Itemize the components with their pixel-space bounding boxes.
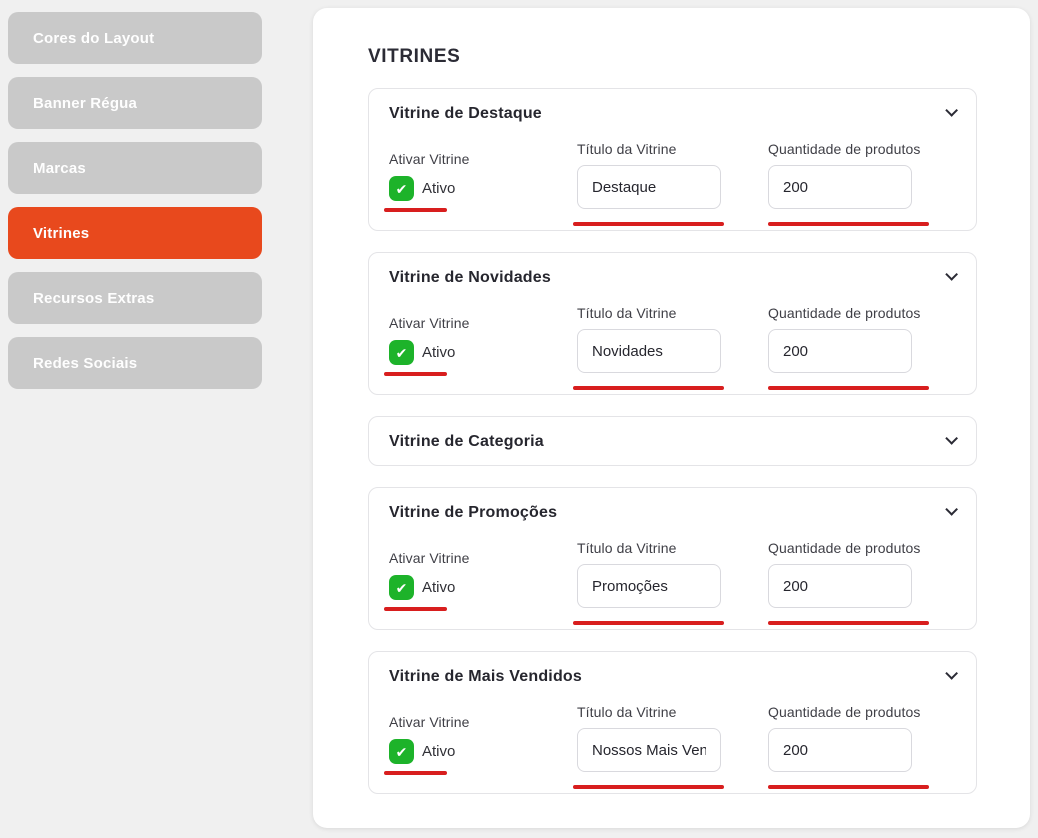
title-field-label: Título da Vitrine bbox=[577, 305, 677, 321]
annotation-underline bbox=[573, 785, 724, 789]
quantity-field-input[interactable] bbox=[768, 564, 912, 608]
title-field-input[interactable] bbox=[577, 329, 721, 373]
toggle-state-label: Ativo bbox=[422, 743, 456, 760]
annotation-underline bbox=[768, 386, 929, 390]
title-field-label: Título da Vitrine bbox=[577, 141, 677, 157]
card-title: Vitrine de Categoria bbox=[389, 433, 544, 450]
annotation-underline bbox=[573, 386, 724, 390]
chevron-down-icon[interactable] bbox=[945, 267, 958, 281]
sidebar-item-label: Cores do Layout bbox=[33, 29, 155, 47]
chevron-down-icon[interactable] bbox=[945, 103, 958, 117]
sidebar-item-recursos-extras[interactable]: Recursos Extras bbox=[8, 272, 262, 324]
quantity-field-input[interactable] bbox=[768, 165, 912, 209]
title-field-label: Título da Vitrine bbox=[577, 704, 677, 720]
annotation-underline bbox=[384, 771, 447, 775]
quantity-field-label: Quantidade de produtos bbox=[768, 141, 921, 157]
annotation-underline bbox=[768, 621, 929, 625]
quantity-field-input[interactable] bbox=[768, 728, 912, 772]
sidebar-item-label: Redes Sociais bbox=[33, 354, 138, 372]
quantity-field-group: Quantidade de produtos bbox=[768, 704, 920, 772]
toggle-label: Ativar Vitrine bbox=[389, 714, 470, 730]
card-vitrine-categoria: Vitrine de Categoria bbox=[368, 416, 977, 466]
toggle-state-label: Ativo bbox=[422, 344, 456, 361]
chevron-down-icon[interactable] bbox=[945, 666, 958, 680]
annotation-underline bbox=[384, 372, 447, 376]
toggle-label: Ativar Vitrine bbox=[389, 151, 470, 167]
toggle-state-label: Ativo bbox=[422, 579, 456, 596]
card-vitrine-promocoes: Vitrine de Promoções Ativar Vitrine Ativ… bbox=[368, 487, 977, 630]
quantity-field-label: Quantidade de produtos bbox=[768, 704, 921, 720]
card-title: Vitrine de Mais Vendidos bbox=[389, 668, 583, 685]
title-field-input[interactable] bbox=[577, 564, 721, 608]
ativo-checkbox[interactable] bbox=[389, 176, 414, 201]
title-field-label: Título da Vitrine bbox=[577, 540, 677, 556]
card-header-vitrine-novidades[interactable]: Vitrine de Novidades bbox=[369, 253, 976, 303]
quantity-field-input[interactable] bbox=[768, 329, 912, 373]
sidebar-item-label: Vitrines bbox=[33, 224, 90, 242]
toggle-state-label: Ativo bbox=[422, 180, 456, 197]
card-header-vitrine-categoria[interactable]: Vitrine de Categoria bbox=[369, 417, 976, 467]
card-title: Vitrine de Promoções bbox=[389, 504, 558, 521]
settings-sidebar: Cores do Layout Banner Régua Marcas Vitr… bbox=[8, 12, 262, 402]
card-vitrine-novidades: Vitrine de Novidades Ativar Vitrine Ativ… bbox=[368, 252, 977, 395]
toggle-row: Ativo bbox=[389, 176, 470, 201]
quantity-field-label: Quantidade de produtos bbox=[768, 305, 921, 321]
toggle-label: Ativar Vitrine bbox=[389, 315, 470, 331]
annotation-underline bbox=[573, 222, 724, 226]
quantity-field-group: Quantidade de produtos bbox=[768, 540, 920, 608]
title-field-group: Título da Vitrine bbox=[577, 540, 721, 608]
title-field-input[interactable] bbox=[577, 165, 721, 209]
toggle-group: Ativar Vitrine Ativo bbox=[389, 315, 470, 365]
title-field-group: Título da Vitrine bbox=[577, 141, 721, 209]
card-title: Vitrine de Destaque bbox=[389, 105, 542, 122]
sidebar-item-cores-do-layout[interactable]: Cores do Layout bbox=[8, 12, 262, 64]
ativo-checkbox[interactable] bbox=[389, 739, 414, 764]
ativo-checkbox[interactable] bbox=[389, 575, 414, 600]
sidebar-item-vitrines[interactable]: Vitrines bbox=[8, 207, 262, 259]
sidebar-item-banner-regua[interactable]: Banner Régua bbox=[8, 77, 262, 129]
toggle-group: Ativar Vitrine Ativo bbox=[389, 151, 470, 201]
card-header-vitrine-destaque[interactable]: Vitrine de Destaque bbox=[369, 89, 976, 139]
sidebar-item-label: Recursos Extras bbox=[33, 289, 155, 307]
page: { "sidebar": { "items": [ { "label": "Co… bbox=[0, 0, 1038, 838]
toggle-group: Ativar Vitrine Ativo bbox=[389, 550, 470, 600]
sidebar-item-redes-sociais[interactable]: Redes Sociais bbox=[8, 337, 262, 389]
quantity-field-label: Quantidade de produtos bbox=[768, 540, 921, 556]
sidebar-item-label: Marcas bbox=[33, 159, 86, 177]
title-field-input[interactable] bbox=[577, 728, 721, 772]
sidebar-item-marcas[interactable]: Marcas bbox=[8, 142, 262, 194]
annotation-underline bbox=[573, 621, 724, 625]
ativo-checkbox[interactable] bbox=[389, 340, 414, 365]
title-field-group: Título da Vitrine bbox=[577, 704, 721, 772]
sidebar-item-label: Banner Régua bbox=[33, 94, 138, 112]
annotation-underline bbox=[384, 607, 447, 611]
quantity-field-group: Quantidade de produtos bbox=[768, 141, 920, 209]
annotation-underline bbox=[384, 208, 447, 212]
annotation-underline bbox=[768, 785, 929, 789]
toggle-row: Ativo bbox=[389, 739, 470, 764]
title-field-group: Título da Vitrine bbox=[577, 305, 721, 373]
card-vitrine-mais-vendidos: Vitrine de Mais Vendidos Ativar Vitrine … bbox=[368, 651, 977, 794]
toggle-label: Ativar Vitrine bbox=[389, 550, 470, 566]
quantity-field-group: Quantidade de produtos bbox=[768, 305, 920, 373]
annotation-underline bbox=[768, 222, 929, 226]
toggle-row: Ativo bbox=[389, 340, 470, 365]
chevron-down-icon[interactable] bbox=[945, 431, 958, 445]
card-vitrine-destaque: Vitrine de Destaque Ativar Vitrine Ativo… bbox=[368, 88, 977, 231]
card-header-vitrine-mais-vendidos[interactable]: Vitrine de Mais Vendidos bbox=[369, 652, 976, 702]
page-title: VITRINES bbox=[368, 46, 461, 67]
vitrines-panel: VITRINES Vitrine de Destaque Ativar Vitr… bbox=[313, 8, 1030, 828]
toggle-row: Ativo bbox=[389, 575, 470, 600]
card-header-vitrine-promocoes[interactable]: Vitrine de Promoções bbox=[369, 488, 976, 538]
chevron-down-icon[interactable] bbox=[945, 502, 958, 516]
toggle-group: Ativar Vitrine Ativo bbox=[389, 714, 470, 764]
card-title: Vitrine de Novidades bbox=[389, 269, 551, 286]
